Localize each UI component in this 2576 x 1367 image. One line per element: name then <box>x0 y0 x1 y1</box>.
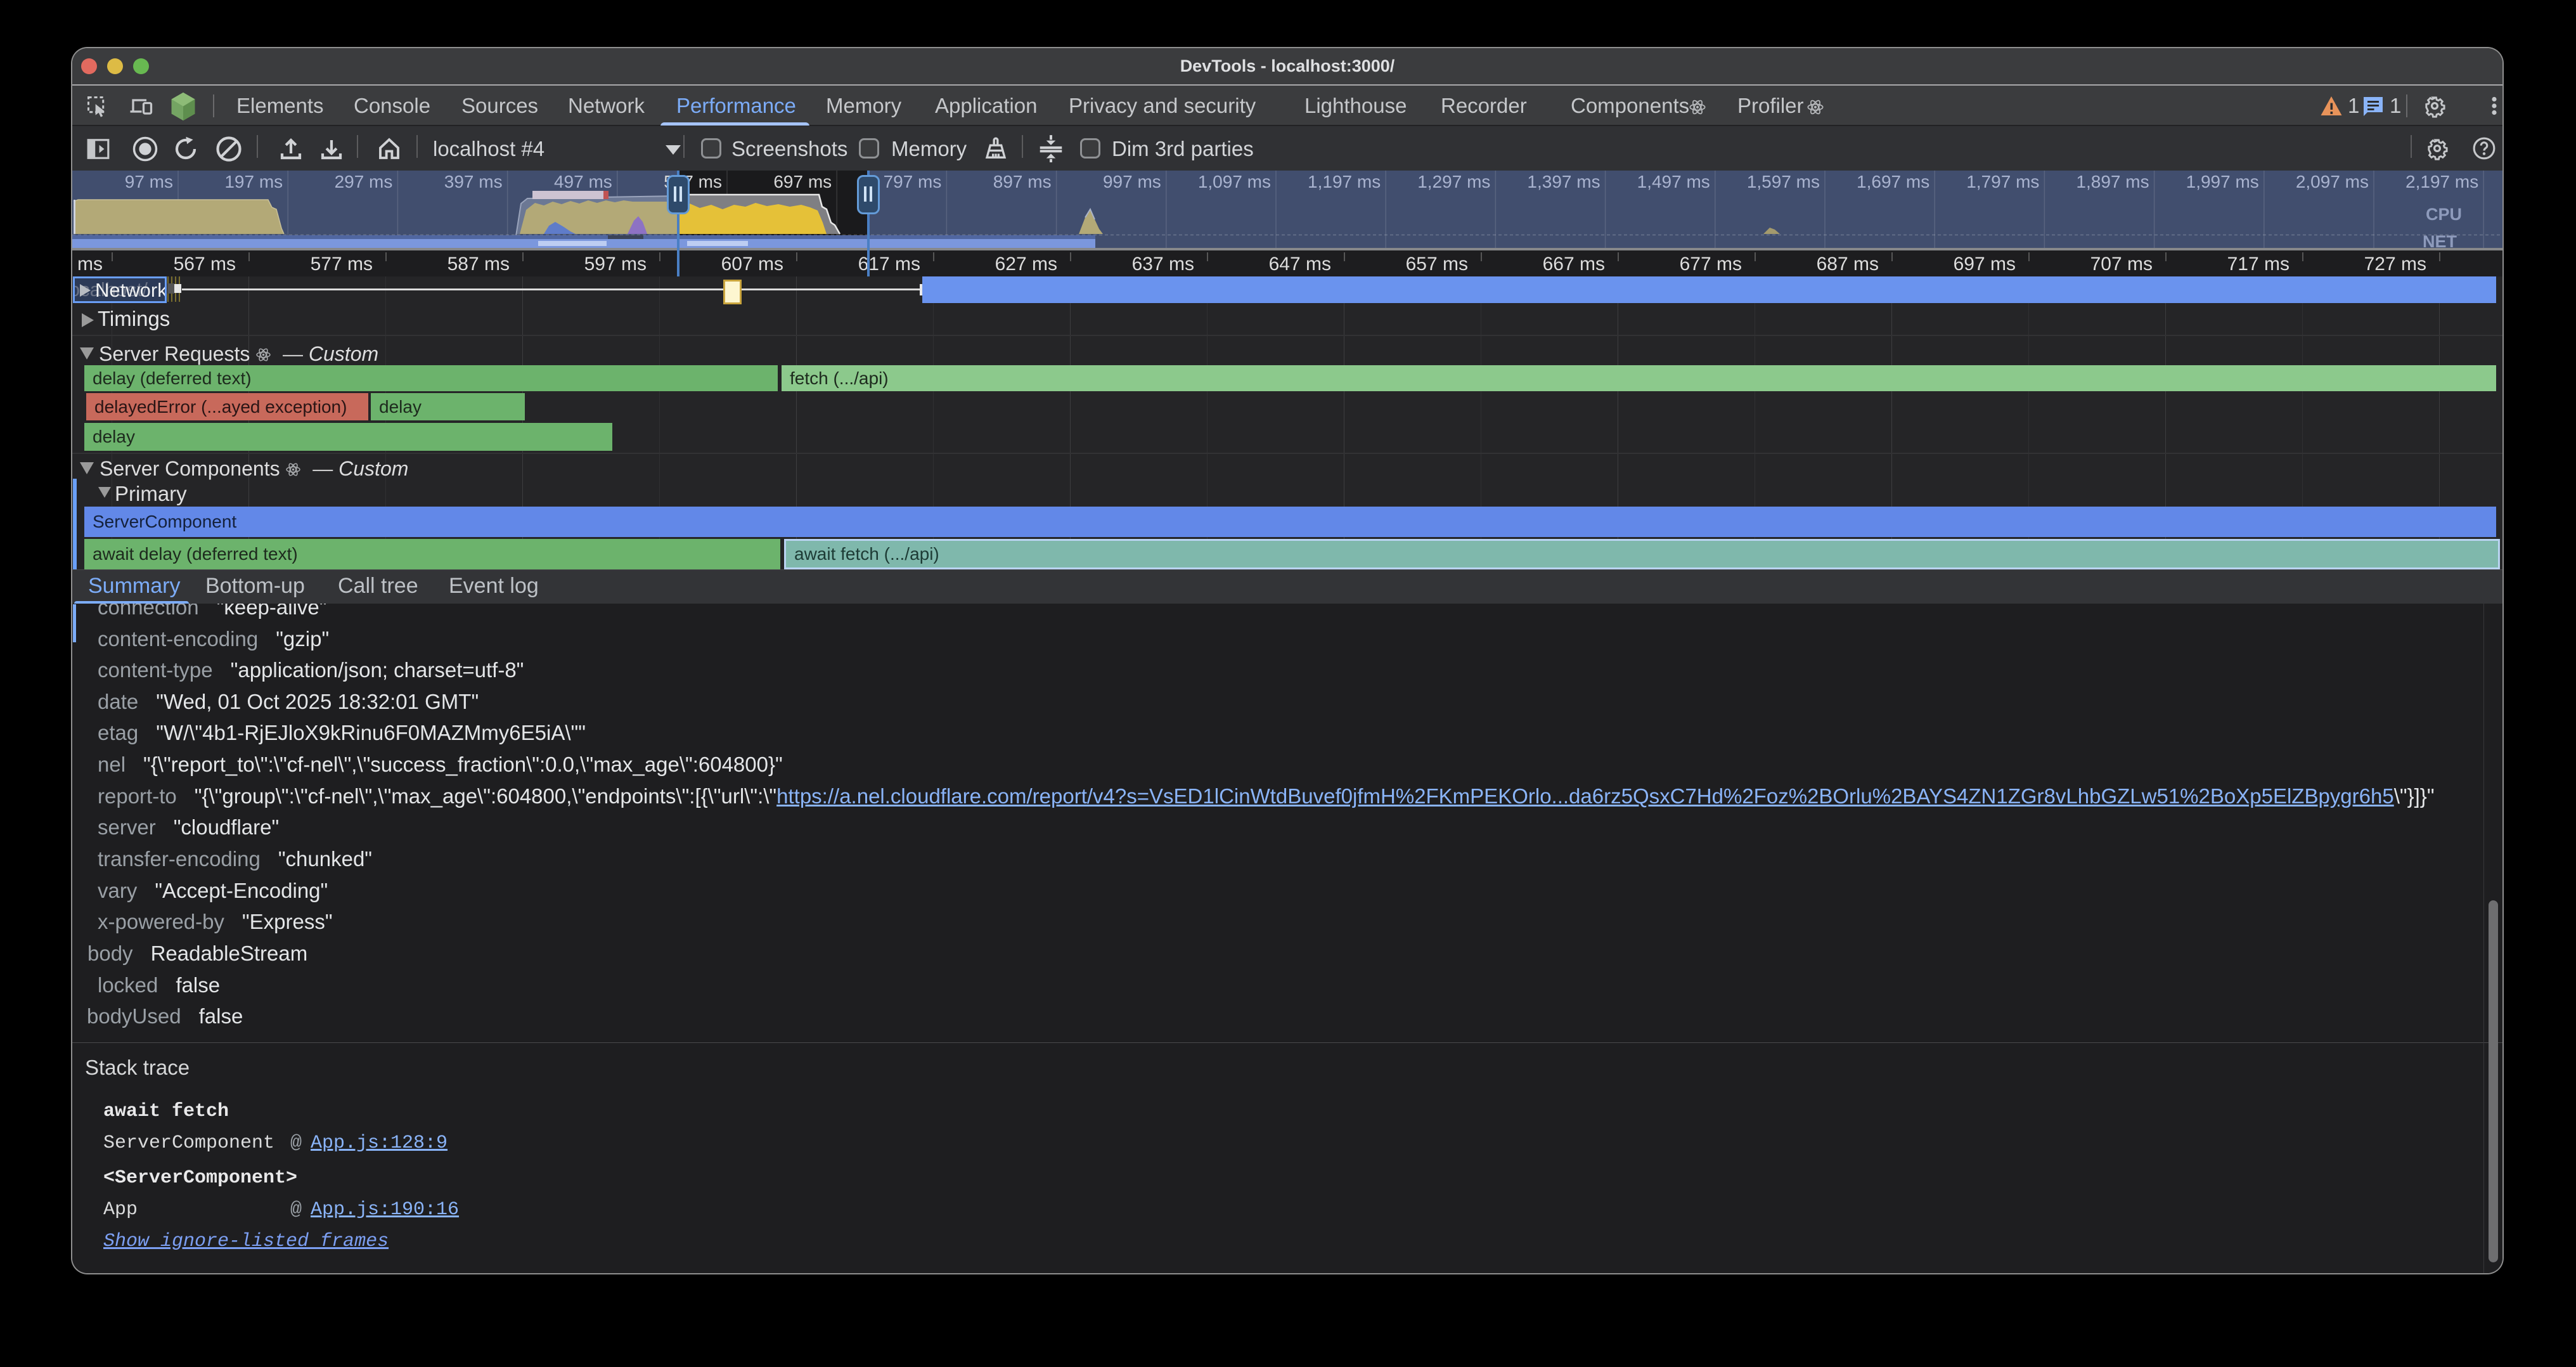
svg-text:1,597 ms: 1,597 ms <box>1747 172 1820 191</box>
svg-text:997 ms: 997 ms <box>1103 172 1161 191</box>
svg-text:1,897 ms: 1,897 ms <box>2076 172 2149 191</box>
svg-text:1,297 ms: 1,297 ms <box>1417 172 1490 191</box>
svg-text:97 ms: 97 ms <box>125 172 173 191</box>
svg-text:397 ms: 397 ms <box>444 172 503 191</box>
svg-text:497 ms: 497 ms <box>554 172 612 191</box>
svg-text:1,397 ms: 1,397 ms <box>1527 172 1600 191</box>
svg-text:197 ms: 197 ms <box>224 172 283 191</box>
svg-text:1,797 ms: 1,797 ms <box>1966 172 2039 191</box>
svg-text:297 ms: 297 ms <box>335 172 393 191</box>
svg-text:2,197 ms: 2,197 ms <box>2405 172 2478 191</box>
svg-text:797 ms: 797 ms <box>884 172 942 191</box>
svg-text:1,997 ms: 1,997 ms <box>2186 172 2259 191</box>
svg-text:1,097 ms: 1,097 ms <box>1198 172 1271 191</box>
svg-text:CPU: CPU <box>2426 205 2462 224</box>
svg-text:897 ms: 897 ms <box>993 172 1052 191</box>
svg-text:1,697 ms: 1,697 ms <box>1857 172 1929 191</box>
svg-text:697 ms: 697 ms <box>773 172 832 191</box>
svg-text:2,097 ms: 2,097 ms <box>2296 172 2369 191</box>
svg-text:1,197 ms: 1,197 ms <box>1308 172 1381 191</box>
svg-text:NET: NET <box>2423 232 2457 251</box>
svg-text:1,497 ms: 1,497 ms <box>1637 172 1710 191</box>
